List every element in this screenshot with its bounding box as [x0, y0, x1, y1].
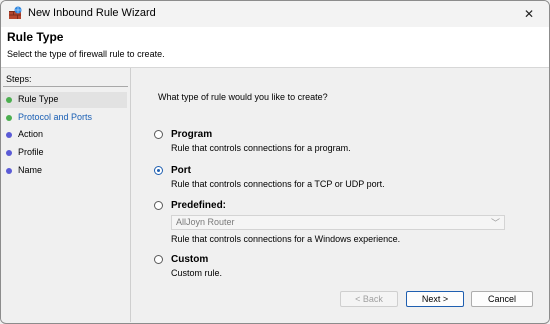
steps-panel: Steps: Rule Type Protocol and Ports Acti…: [1, 68, 131, 322]
option-description: Rule that controls connections for a TCP…: [171, 179, 385, 189]
page-title: Rule Type: [7, 30, 64, 44]
step-status-dot-icon: [6, 150, 12, 156]
step-profile: Profile: [1, 145, 127, 161]
radio-predefined[interactable]: [154, 201, 163, 210]
option-title[interactable]: Program: [171, 129, 212, 140]
close-button[interactable]: ✕: [509, 1, 549, 27]
steps-divider: [3, 86, 128, 87]
steps-label: Steps:: [6, 74, 32, 84]
wizard-window: New Inbound Rule Wizard ✕ Rule Type Sele…: [0, 0, 550, 324]
option-title[interactable]: Port: [171, 165, 191, 176]
back-button: < Back: [340, 291, 398, 307]
wizard-header: Rule Type Select the type of firewall ru…: [1, 27, 549, 68]
window-title: New Inbound Rule Wizard: [28, 7, 156, 19]
radio-program[interactable]: [154, 130, 163, 139]
step-label: Rule Type: [18, 94, 59, 104]
step-label[interactable]: Protocol and Ports: [18, 112, 92, 122]
step-status-dot-icon: [6, 115, 12, 121]
step-status-dot-icon: [6, 132, 12, 138]
step-name: Name: [1, 163, 127, 179]
option-description: Rule that controls connections for a Win…: [171, 234, 401, 244]
content-panel: What type of rule would you like to crea…: [131, 68, 549, 322]
step-protocol-and-ports[interactable]: Protocol and Ports: [1, 110, 127, 126]
radio-port[interactable]: [154, 166, 163, 175]
step-label: Name: [18, 165, 43, 175]
rule-type-question: What type of rule would you like to crea…: [158, 92, 328, 102]
close-icon: ✕: [523, 7, 535, 21]
predefined-select: AllJoyn Router ﹀: [171, 215, 505, 230]
option-description: Rule that controls connections for a pro…: [171, 143, 351, 153]
chevron-down-icon: ﹀: [490, 218, 500, 228]
option-title[interactable]: Custom: [171, 254, 208, 265]
option-title[interactable]: Predefined:: [171, 200, 226, 211]
step-status-dot-icon: [6, 168, 12, 174]
cancel-button[interactable]: Cancel: [471, 291, 533, 307]
step-label: Action: [18, 129, 44, 139]
predefined-select-value: AllJoyn Router: [176, 217, 235, 227]
step-rule-type[interactable]: Rule Type: [1, 92, 127, 108]
radio-custom[interactable]: [154, 255, 163, 264]
step-status-dot-icon: [6, 97, 12, 103]
title-bar: New Inbound Rule Wizard ✕: [1, 1, 549, 27]
option-description: Custom rule.: [171, 268, 223, 278]
next-button[interactable]: Next >: [406, 291, 464, 307]
step-label: Profile: [18, 147, 44, 157]
page-subtitle: Select the type of firewall rule to crea…: [7, 49, 165, 59]
step-action: Action: [1, 127, 127, 143]
firewall-app-icon: [9, 6, 22, 19]
